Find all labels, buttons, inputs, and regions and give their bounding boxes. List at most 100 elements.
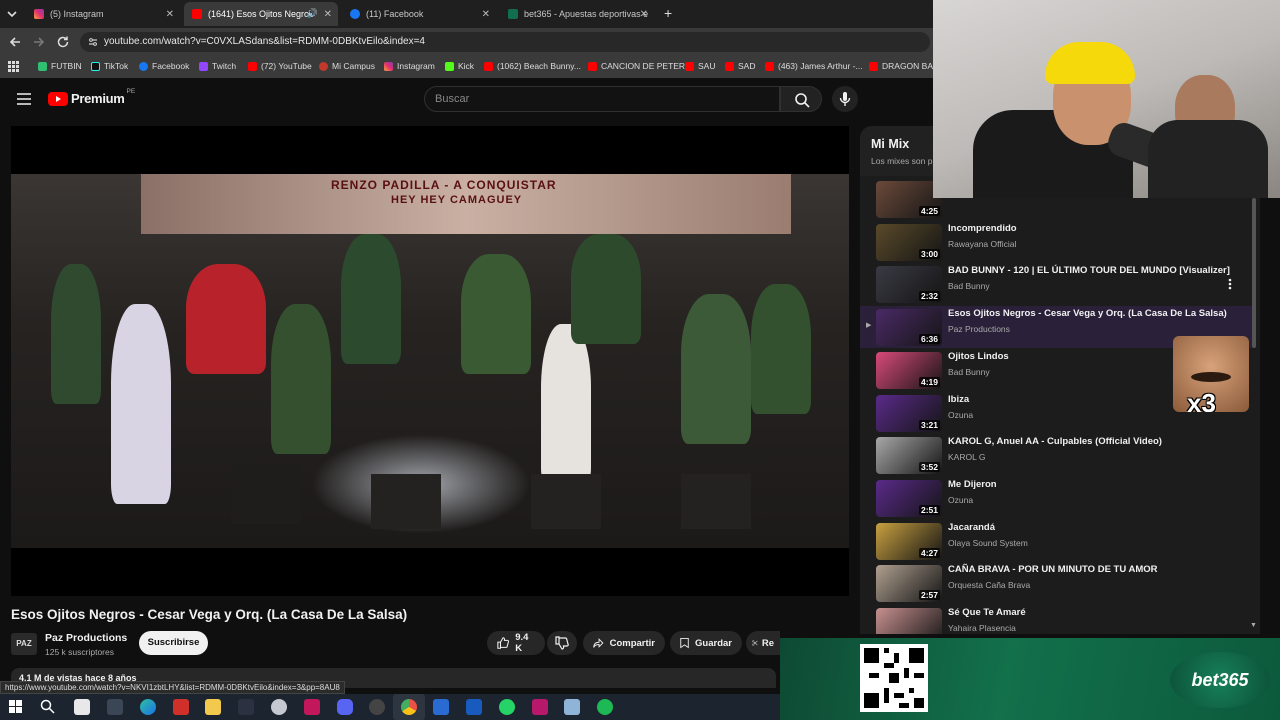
musician — [271, 304, 331, 454]
facebook-icon — [350, 9, 360, 19]
forward-icon[interactable] — [32, 35, 46, 49]
tab-facebook[interactable]: (11) Facebook ✕ — [342, 2, 496, 26]
video-thumbnail[interactable]: 3:21 — [876, 394, 942, 432]
playlist-item[interactable]: Sé Que Te Amaré Yahaira Plasencia — [868, 605, 1248, 634]
scissors-icon — [752, 640, 758, 646]
video-thumbnail[interactable]: 3:52 — [876, 437, 942, 475]
whatsapp-icon[interactable] — [499, 699, 515, 715]
video-player[interactable]: RENZO PADILLA - A CONQUISTAR HEY HEY CAM… — [11, 126, 849, 596]
tab-label: (11) Facebook — [366, 9, 424, 19]
app-pink-icon[interactable] — [304, 699, 320, 715]
subscribe-button[interactable]: Suscribirse — [139, 631, 208, 655]
facebook-icon — [139, 61, 148, 71]
youtube-logo[interactable]: Premium PE — [48, 88, 135, 106]
apps-grid-icon[interactable] — [8, 61, 19, 72]
video-frame: RENZO PADILLA - A CONQUISTAR HEY HEY CAM… — [11, 174, 849, 548]
back-icon[interactable] — [8, 35, 22, 49]
playlist-item[interactable]: 3:00 Incomprendido Rawayana Official — [868, 221, 1248, 263]
playlist-item[interactable]: 4:27 Jacarandá Olaya Sound System — [868, 520, 1248, 562]
new-tab-button[interactable]: + — [664, 5, 672, 21]
bookmark-facebook[interactable]: Facebook — [139, 61, 189, 71]
app-red-icon[interactable] — [173, 699, 189, 715]
bookmark-sau[interactable]: SAU — [685, 61, 715, 71]
video-thumbnail[interactable]: 2:32 — [876, 266, 942, 304]
playlist-item[interactable]: 3:52 KAROL G, Anuel AA - Culpables (Offic… — [868, 434, 1248, 476]
app-magenta-icon[interactable] — [532, 699, 548, 715]
file-explorer-icon[interactable] — [205, 699, 221, 715]
bet365-logo: bet365 — [1170, 652, 1270, 708]
channel-name[interactable]: Paz Productions — [45, 632, 127, 644]
close-icon[interactable]: ✕ — [482, 9, 490, 20]
close-icon[interactable]: ✕ — [324, 9, 332, 20]
video-thumbnail[interactable]: 4:27 — [876, 522, 942, 560]
playlist-item[interactable]: 2:57 CAÑA BRAVA - POR UN MINUTO DE TU AMO… — [868, 562, 1248, 604]
tab-instagram[interactable]: (5) Instagram ✕ — [26, 2, 180, 26]
windows-start-icon[interactable] — [9, 700, 22, 713]
youtube-icon — [484, 61, 493, 71]
banner-text: HEY HEY CAMAGUEY — [391, 194, 523, 206]
address-bar[interactable]: youtube.com/watch?v=C0VXLASdans&list=RDM… — [80, 32, 930, 52]
chatgpt-icon[interactable] — [369, 699, 385, 715]
video-thumbnail[interactable]: 4:19 — [876, 351, 942, 389]
close-icon[interactable]: ✕ — [166, 9, 174, 20]
site-info-icon[interactable] — [88, 37, 98, 47]
tab-search-button[interactable] — [5, 7, 19, 21]
voice-search-button[interactable] — [832, 86, 858, 112]
epic-icon[interactable] — [238, 699, 254, 715]
youtube-icon — [248, 61, 257, 71]
word-icon[interactable] — [466, 699, 482, 715]
playlist-item-channel: Bad Bunny — [948, 281, 990, 292]
app-light-icon[interactable] — [564, 699, 580, 715]
bookmark-beach-bunny[interactable]: (1062) Beach Bunny... — [484, 61, 581, 71]
playlist-item-channel: Paz Productions — [948, 324, 1010, 335]
gamepad-icon[interactable] — [107, 699, 123, 715]
share-button[interactable]: Compartir — [583, 631, 665, 655]
dislike-button[interactable] — [547, 631, 577, 655]
bookmark-james-arthur[interactable]: (463) James Arthur -... — [765, 61, 863, 71]
webcam-overlay — [933, 0, 1280, 198]
playlist-scrollbar[interactable] — [1252, 198, 1256, 348]
bookmark-mi-campus[interactable]: Mi Campus — [319, 61, 375, 71]
save-button[interactable]: Guardar — [670, 631, 742, 655]
steam-icon[interactable] — [271, 699, 287, 715]
bookmark-sad[interactable]: SAD — [725, 61, 755, 71]
speaker-icon[interactable]: 🔊 — [307, 8, 318, 19]
clip-button[interactable]: Re — [746, 631, 780, 655]
bookmark-tiktok[interactable]: TikTok — [91, 61, 128, 71]
bookmark-youtube[interactable]: (72) YouTube — [248, 61, 312, 71]
channel-avatar[interactable]: PAZ — [11, 633, 37, 655]
tab-youtube-active[interactable]: (1641) Esos Ojitos Negros 🔊 ✕ — [184, 2, 338, 26]
scroll-down-arrow-icon[interactable]: ▼ — [1250, 622, 1257, 629]
video-thumbnail[interactable] — [876, 608, 942, 634]
calculator-icon[interactable] — [433, 699, 449, 715]
instagram-icon — [34, 9, 44, 19]
task-view-icon[interactable] — [74, 699, 90, 715]
tab-bet365[interactable]: bet365 - Apuestas deportivas e ✕ — [500, 2, 654, 26]
playlist-title: Mi Mix — [871, 137, 910, 151]
video-thumbnail[interactable]: 2:57 — [876, 565, 942, 603]
youtube-logo-text: Premium — [71, 91, 125, 106]
like-button[interactable]: 9.4 K — [487, 631, 545, 655]
edge-icon[interactable] — [140, 699, 156, 715]
bookmark-kick[interactable]: Kick — [445, 61, 474, 71]
bookmark-twitch[interactable]: Twitch — [199, 61, 236, 71]
menu-icon[interactable] — [17, 93, 31, 105]
video-thumbnail[interactable]: 2:51 — [876, 479, 942, 517]
video-thumbnail[interactable]: 6:36 — [876, 309, 942, 347]
discord-icon[interactable] — [337, 699, 353, 715]
spotify-icon[interactable] — [597, 699, 613, 715]
bookmark-dragon-bal[interactable]: DRAGON BAL — [869, 61, 938, 71]
video-thumbnail[interactable]: 3:00 — [876, 223, 942, 261]
bookmark-instagram[interactable]: Instagram — [384, 61, 435, 71]
close-icon[interactable]: ✕ — [640, 9, 648, 20]
more-options-icon[interactable] — [1228, 278, 1232, 290]
search-icon[interactable] — [40, 699, 55, 714]
reload-icon[interactable] — [56, 35, 70, 49]
bookmark-futbin[interactable]: FUTBIN — [38, 61, 82, 71]
search-button[interactable] — [780, 86, 822, 112]
playlist-item[interactable]: 2:51 Me Dijeron Ozuna — [868, 477, 1248, 519]
playlist-item[interactable]: 2:32 BAD BUNNY - 120 | EL ÚLTIMO TOUR DEL… — [868, 263, 1248, 305]
bookmark-cancion-peter[interactable]: CANCION DE PETER — [588, 61, 685, 71]
search-input[interactable]: Buscar — [424, 86, 780, 112]
playlist-item-title: CAÑA BRAVA - POR UN MINUTO DE TU AMOR — [948, 564, 1158, 576]
